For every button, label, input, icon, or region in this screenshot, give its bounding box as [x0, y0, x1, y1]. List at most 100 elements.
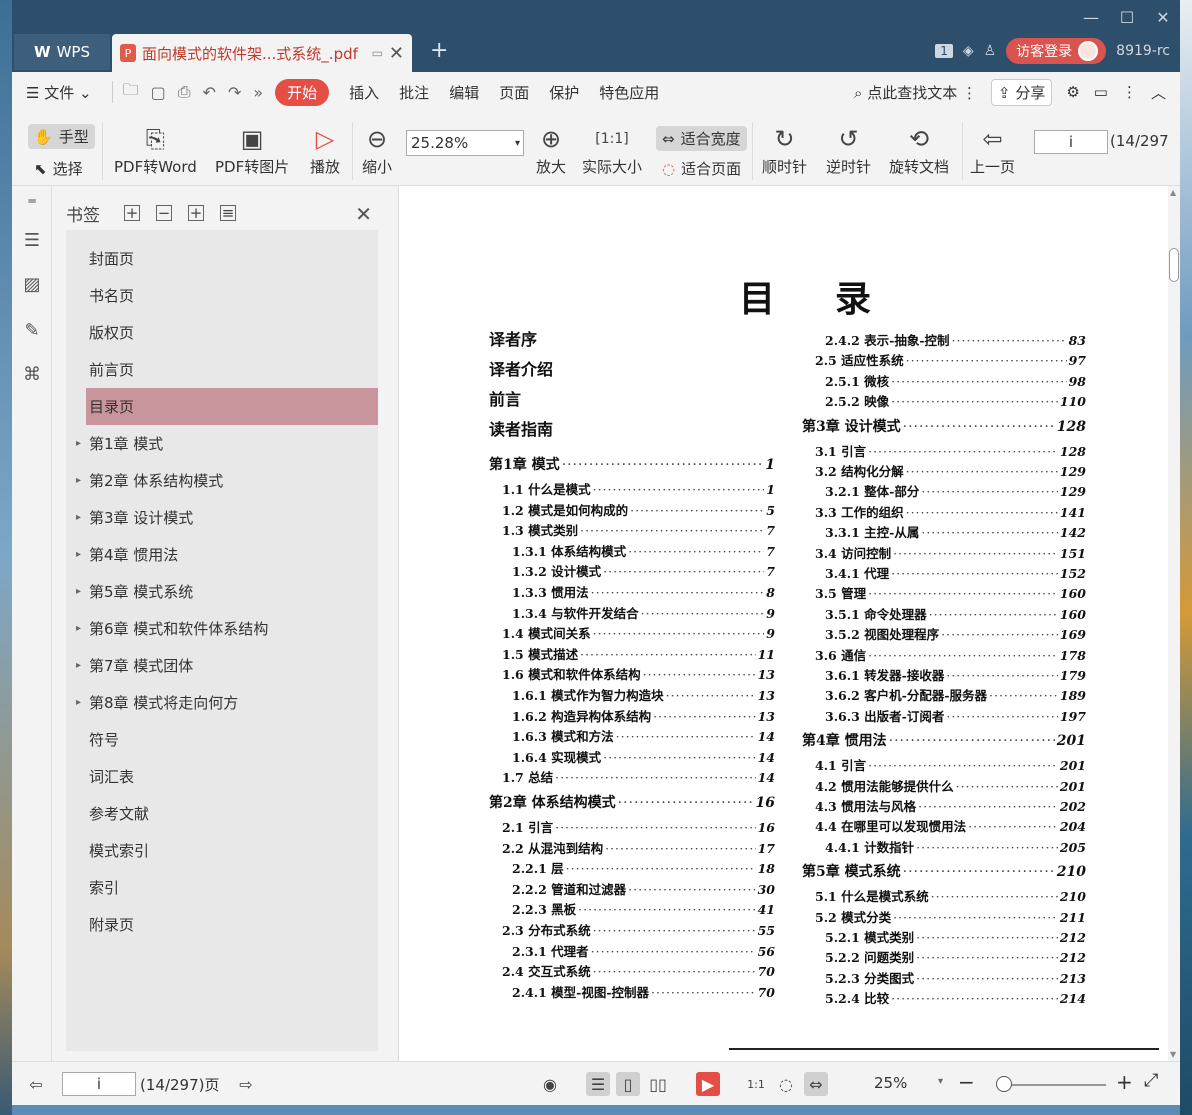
- bookmark-item[interactable]: ▸ 第7章 模式团体: [66, 647, 378, 684]
- toc-front-row[interactable]: 前言: [489, 386, 521, 410]
- document-view[interactable]: 目录 译者序 译者介绍 前言 读者指南 第1章 模式 ·················…: [398, 186, 1168, 1061]
- settings-gear-icon[interactable]: ⚙: [1066, 83, 1079, 101]
- fullscreen-icon[interactable]: ⤢: [1144, 1070, 1158, 1091]
- actual-size-button[interactable]: [1:1] 实际大小: [582, 122, 642, 177]
- expand-arrow-icon[interactable]: ▸: [76, 660, 81, 671]
- continuous-view-icon[interactable]: ☰: [586, 1072, 610, 1096]
- bookmark-item[interactable]: 附录页: [66, 906, 378, 943]
- toc-entry[interactable]: 1.6.2 构造异构体系结构··························…: [512, 706, 775, 725]
- maximize-icon[interactable]: ☐: [1116, 8, 1138, 27]
- more-vertical-icon[interactable]: ⋮: [1122, 83, 1137, 101]
- toc-entry[interactable]: 2.4.1 模型-视图-控制器·························…: [512, 982, 775, 1001]
- bookmark-item[interactable]: ▸ 第6章 模式和软件体系结构: [66, 610, 378, 647]
- toc-entry[interactable]: 2.3.1 代理者 ·······························…: [512, 941, 775, 960]
- minimize-icon[interactable]: —: [1080, 8, 1102, 27]
- toc-entry[interactable]: 5.2 模式分类 ································…: [815, 907, 1086, 926]
- fit-width-status-icon[interactable]: ⇔: [804, 1072, 828, 1096]
- toc-entry[interactable]: 5.2.2 问题类别······························…: [825, 947, 1086, 966]
- collapse-all-icon[interactable]: −: [156, 204, 172, 222]
- status-page-input[interactable]: i: [62, 1072, 136, 1096]
- expand-arrow-icon[interactable]: ▸: [76, 549, 81, 560]
- zoom-slider-track[interactable]: [996, 1084, 1106, 1086]
- toc-entry[interactable]: 4.4 在哪里可以发现惯用法··························…: [815, 816, 1086, 835]
- toc-entry[interactable]: 3.6 通信 ··································…: [815, 645, 1086, 664]
- toc-entry[interactable]: 3.3.1 主控-从属·····························…: [825, 522, 1086, 541]
- toc-entry[interactable]: 第5章 模式系统································…: [802, 861, 1086, 881]
- bookmark-item[interactable]: 目录页: [86, 388, 378, 425]
- skin-icon[interactable]: ◈: [963, 43, 974, 59]
- window-count-badge[interactable]: 1: [935, 44, 953, 58]
- thumbnail-image-icon[interactable]: ▨: [21, 274, 43, 295]
- toc-entry[interactable]: 1.6.4 实现模式 ······························…: [512, 747, 775, 766]
- menu-page[interactable]: 页面: [499, 82, 529, 103]
- toc-entry[interactable]: 4.2 惯用法能够提供什么···························…: [815, 776, 1086, 795]
- toc-entry[interactable]: 1.3.3 惯用法 ·······························…: [512, 582, 775, 601]
- expand-arrow-icon[interactable]: ▸: [76, 438, 81, 449]
- tab-document[interactable]: P 面向模式的软件架...式系统_.pdf ▭ ✕: [112, 34, 412, 72]
- rotate-clockwise-button[interactable]: ↻ 顺时针: [762, 122, 807, 177]
- close-panel-icon[interactable]: ✕: [355, 202, 372, 226]
- toc-entry[interactable]: 2.4 交互式系统 ·······························…: [502, 961, 775, 980]
- toc-entry[interactable]: 2.4.2 表示-抽象-控制··························…: [825, 330, 1086, 349]
- file-menu[interactable]: ☰ 文件 ⌄: [26, 82, 92, 103]
- bookmark-item[interactable]: ▸ 第1章 模式: [66, 425, 378, 462]
- bookmark-options-icon[interactable]: ≡: [220, 204, 236, 222]
- fit-page-status-icon[interactable]: ◌: [774, 1072, 798, 1096]
- menu-annotate[interactable]: 批注: [399, 82, 429, 103]
- bookmark-item[interactable]: ▸ 第5章 模式系统: [66, 573, 378, 610]
- undo-icon[interactable]: ↶: [203, 83, 216, 102]
- expand-arrow-icon[interactable]: ▸: [76, 697, 81, 708]
- toc-entry[interactable]: 第1章 模式 ··································…: [489, 454, 775, 474]
- bookmark-panel-icon[interactable]: ⌘: [21, 364, 43, 385]
- toc-entry[interactable]: 2.2.1 层 ·································…: [512, 858, 775, 877]
- pdf-to-image-button[interactable]: ▣ PDF转图片: [215, 122, 289, 177]
- scroll-up-icon[interactable]: ▲: [1170, 188, 1176, 197]
- tab-wps[interactable]: W WPS: [14, 34, 110, 70]
- status-zoom-value[interactable]: 25%: [874, 1074, 907, 1092]
- toc-entry[interactable]: 1.3 模式类别 ································…: [502, 520, 775, 539]
- shirt-icon[interactable]: ♙: [984, 43, 997, 59]
- actual-size-status-icon[interactable]: 1:1: [744, 1072, 768, 1096]
- print-icon[interactable]: ⎙: [178, 82, 191, 102]
- toc-entry[interactable]: 3.6.3 出版者-订阅者···························…: [825, 706, 1086, 725]
- close-icon[interactable]: ✕: [1152, 8, 1174, 27]
- toc-entry[interactable]: 2.3 分布式系统 ·······························…: [502, 920, 775, 939]
- toc-entry[interactable]: 第3章 设计模式································…: [802, 416, 1086, 436]
- window-preview-icon[interactable]: ▭: [372, 46, 383, 60]
- bookmark-item[interactable]: ▸ 第8章 模式将走向何方: [66, 684, 378, 721]
- toc-front-row[interactable]: 译者序: [489, 326, 537, 350]
- menu-start[interactable]: 开始: [275, 78, 330, 106]
- expand-arrow-icon[interactable]: ▸: [76, 512, 81, 523]
- zoom-out-button[interactable]: ⊖ 缩小: [362, 122, 392, 177]
- annotation-icon[interactable]: ✎: [21, 320, 43, 341]
- toc-entry[interactable]: 1.4 模式间关系 ·······························…: [502, 623, 775, 642]
- expand-arrow-icon[interactable]: ▸: [76, 623, 81, 634]
- toc-entry[interactable]: 2.2.2 管道和过滤器····························…: [512, 879, 775, 898]
- bookmark-item[interactable]: 索引: [66, 869, 378, 906]
- search-text[interactable]: ⌕ 点此查找文本 ⋮: [854, 82, 977, 103]
- expand-arrow-icon[interactable]: ▸: [76, 475, 81, 486]
- more-chevron-icon[interactable]: »: [253, 83, 263, 102]
- menu-protect[interactable]: 保护: [549, 82, 579, 103]
- toc-entry[interactable]: 3.4.1 代理 ································…: [825, 563, 1086, 582]
- expand-all-icon[interactable]: +: [124, 204, 140, 222]
- hand-tool-button[interactable]: ✋ 手型: [28, 124, 95, 149]
- toc-entry[interactable]: 4.4.1 计数指针······························…: [825, 837, 1086, 856]
- tab-close-icon[interactable]: ✕: [389, 43, 404, 64]
- toc-entry[interactable]: 1.1 什么是模式 ·······························…: [502, 479, 775, 498]
- menu-edit[interactable]: 编辑: [449, 82, 479, 103]
- bookmark-item[interactable]: 参考文献: [66, 795, 378, 832]
- toc-entry[interactable]: 1.5 模式描述 ································…: [502, 644, 775, 663]
- menu-features[interactable]: 特色应用: [599, 82, 659, 103]
- two-page-icon[interactable]: ▯▯: [646, 1072, 670, 1096]
- toc-entry[interactable]: 3.2.1 整体-部分·····························…: [825, 481, 1086, 500]
- share-button[interactable]: ⇪ 分享: [990, 78, 1053, 106]
- toc-entry[interactable]: 3.5.2 视图处理程序····························…: [825, 624, 1086, 643]
- toc-entry[interactable]: 2.2 从混沌到结构 ······························…: [502, 838, 775, 857]
- toc-entry[interactable]: 3.3 工作的组织 ·······························…: [815, 502, 1086, 521]
- scroll-down-icon[interactable]: ▼: [1170, 1050, 1176, 1059]
- toc-entry[interactable]: 3.6.2 客户机-分配器-服务器·······················…: [825, 685, 1086, 704]
- toc-entry[interactable]: 3.4 访问控制 ································…: [815, 543, 1086, 562]
- play-button[interactable]: ▷ 播放: [310, 122, 340, 177]
- arrow-forward-icon[interactable]: ⇨: [234, 1072, 258, 1096]
